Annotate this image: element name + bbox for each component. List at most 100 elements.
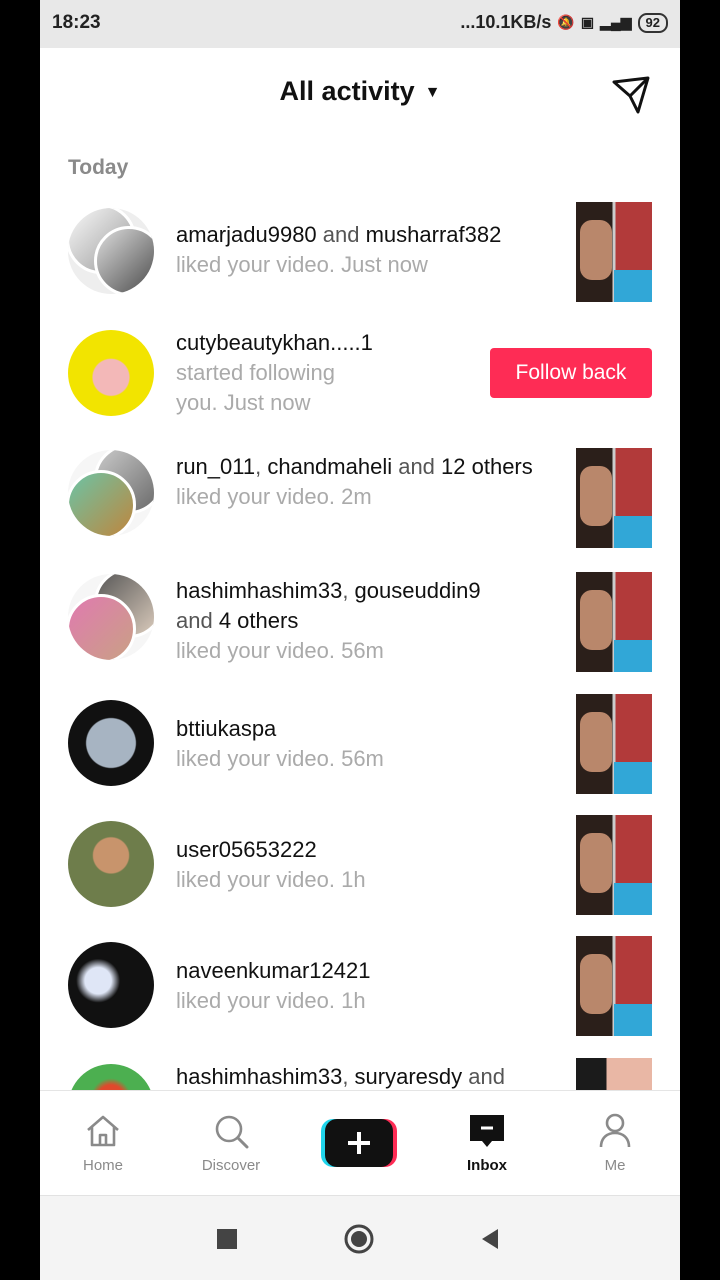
activity-text: hashimhashim33, gouseuddin9 and 4 others… xyxy=(176,576,556,666)
status-right: ...10.1KB/s 🔕 ▣ ▂▄▆ 92 xyxy=(460,12,668,33)
profile-icon xyxy=(599,1113,631,1148)
action-text: liked your video. 1h xyxy=(176,867,366,892)
connector-text: and xyxy=(462,1064,505,1089)
action-text: liked your video. Just now xyxy=(176,252,428,277)
avatar xyxy=(94,226,154,294)
section-label-today: Today xyxy=(68,156,129,179)
others-count[interactable]: 12 others xyxy=(441,454,533,479)
others-count[interactable]: 4 others xyxy=(219,608,299,633)
action-text: liked your video. 56m xyxy=(176,638,384,663)
activity-text: hashimhashim33, suryaresdy and xyxy=(176,1062,556,1090)
inbox-icon xyxy=(470,1115,504,1147)
system-nav-bar xyxy=(40,1195,680,1280)
thumbnail-face xyxy=(580,466,612,526)
connector-text: and xyxy=(176,608,219,633)
avatar[interactable] xyxy=(68,700,154,786)
connector-text: , xyxy=(255,454,268,479)
video-thumbnail[interactable] xyxy=(576,1058,652,1090)
nav-discover-label: Discover xyxy=(201,1157,261,1174)
activity-text: bttiukaspa liked your video. 56m xyxy=(176,714,556,774)
thumbnail-face xyxy=(580,220,612,280)
activity-text: amarjadu9980 and musharraf382 liked your… xyxy=(176,220,556,280)
thumbnail-pool xyxy=(614,762,652,794)
username[interactable]: musharraf382 xyxy=(366,222,502,247)
nav-discover[interactable]: Discover xyxy=(181,1111,281,1174)
username[interactable]: user05653222 xyxy=(176,837,317,862)
home-icon xyxy=(87,1115,119,1147)
avatar xyxy=(68,470,136,536)
username[interactable]: cutybeautykhan.....1 xyxy=(176,330,373,355)
username[interactable]: gouseuddin9 xyxy=(355,578,481,603)
network-speed: ...10.1KB/s xyxy=(460,12,552,32)
avatar[interactable] xyxy=(68,330,154,416)
action-text: liked your video. 2m xyxy=(176,484,372,509)
nav-home-label: Home xyxy=(82,1157,123,1174)
username[interactable]: hashimhashim33 xyxy=(176,1064,342,1089)
status-bar: 18:23 ...10.1KB/s 🔕 ▣ ▂▄▆ 92 xyxy=(40,0,680,48)
avatar[interactable] xyxy=(68,821,154,907)
status-time: 18:23 xyxy=(52,12,101,33)
thumbnail-pool xyxy=(614,270,652,302)
thumbnail-pool xyxy=(614,1004,652,1036)
nav-inbox-label: Inbox xyxy=(467,1157,507,1174)
video-thumbnail[interactable] xyxy=(576,572,652,672)
thumbnail-face xyxy=(580,954,612,1014)
avatar[interactable] xyxy=(68,942,154,1028)
follow-back-button[interactable]: Follow back xyxy=(490,348,652,398)
caret-down-icon: ▼ xyxy=(424,83,441,101)
thumbnail-face xyxy=(580,712,612,772)
thumbnail-pool xyxy=(614,516,652,548)
username[interactable]: suryaresdy xyxy=(355,1064,463,1089)
header: All activity ▼ xyxy=(40,48,680,140)
search-icon xyxy=(215,1115,249,1149)
username[interactable]: naveenkumar12421 xyxy=(176,958,370,983)
username[interactable]: hashimhashim33 xyxy=(176,578,342,603)
video-thumbnail[interactable] xyxy=(576,448,652,548)
avatar[interactable] xyxy=(68,574,154,660)
video-thumbnail[interactable] xyxy=(576,815,652,915)
thumbnail-pool xyxy=(614,640,652,672)
bottom-nav: Home Discover Inbox Me xyxy=(40,1090,680,1195)
nav-me-label: Me xyxy=(604,1157,626,1174)
username[interactable]: bttiukaspa xyxy=(176,716,276,741)
activity-text: naveenkumar12421 liked your video. 1h xyxy=(176,956,556,1016)
avatar xyxy=(68,594,136,660)
nav-inbox[interactable]: Inbox xyxy=(437,1111,537,1174)
username[interactable]: chandmaheli xyxy=(267,454,392,479)
thumbnail-pool xyxy=(614,883,652,915)
battery-icon: 92 xyxy=(637,12,668,33)
back-icon[interactable] xyxy=(476,1224,506,1254)
send-icon[interactable] xyxy=(610,74,652,116)
nav-me[interactable]: Me xyxy=(565,1111,665,1174)
video-thumbnail[interactable] xyxy=(576,202,652,302)
thumbnail-face xyxy=(580,590,612,650)
activity-filter-dropdown[interactable]: All activity ▼ xyxy=(40,76,680,107)
activity-row[interactable]: hashimhashim33, suryaresdy and xyxy=(40,1058,680,1090)
avatar[interactable] xyxy=(68,450,154,536)
action-text: liked your video. 1h xyxy=(176,988,366,1013)
connector-text: and xyxy=(392,454,442,479)
avatar[interactable] xyxy=(68,1064,154,1090)
connector-text: , xyxy=(342,578,355,603)
action-text: started following you. Just now xyxy=(176,360,335,415)
username[interactable]: run_011 xyxy=(176,454,255,479)
page-title: All activity xyxy=(279,76,415,106)
mute-icon: 🔕 xyxy=(557,14,575,30)
avatar[interactable] xyxy=(68,208,154,294)
nav-home[interactable]: Home xyxy=(53,1111,153,1174)
recent-apps-icon[interactable] xyxy=(212,1224,242,1254)
thumbnail-face xyxy=(580,833,612,893)
activity-screen: 18:23 ...10.1KB/s 🔕 ▣ ▂▄▆ 92 All activit… xyxy=(40,0,680,1280)
connector-text: and xyxy=(316,222,366,247)
signal-4g-icon: ▂▄▆ xyxy=(600,14,632,30)
connector-text: , xyxy=(342,1064,355,1089)
video-thumbnail[interactable] xyxy=(576,694,652,794)
username[interactable]: amarjadu9980 xyxy=(176,222,317,247)
action-text: liked your video. 56m xyxy=(176,746,384,771)
activity-text: cutybeautykhan.....1 started following y… xyxy=(176,328,376,418)
create-icon[interactable] xyxy=(321,1119,397,1167)
home-button-icon[interactable] xyxy=(344,1224,374,1254)
activity-text: user05653222 liked your video. 1h xyxy=(176,835,556,895)
volte-icon: ▣ xyxy=(580,14,595,30)
video-thumbnail[interactable] xyxy=(576,936,652,1036)
